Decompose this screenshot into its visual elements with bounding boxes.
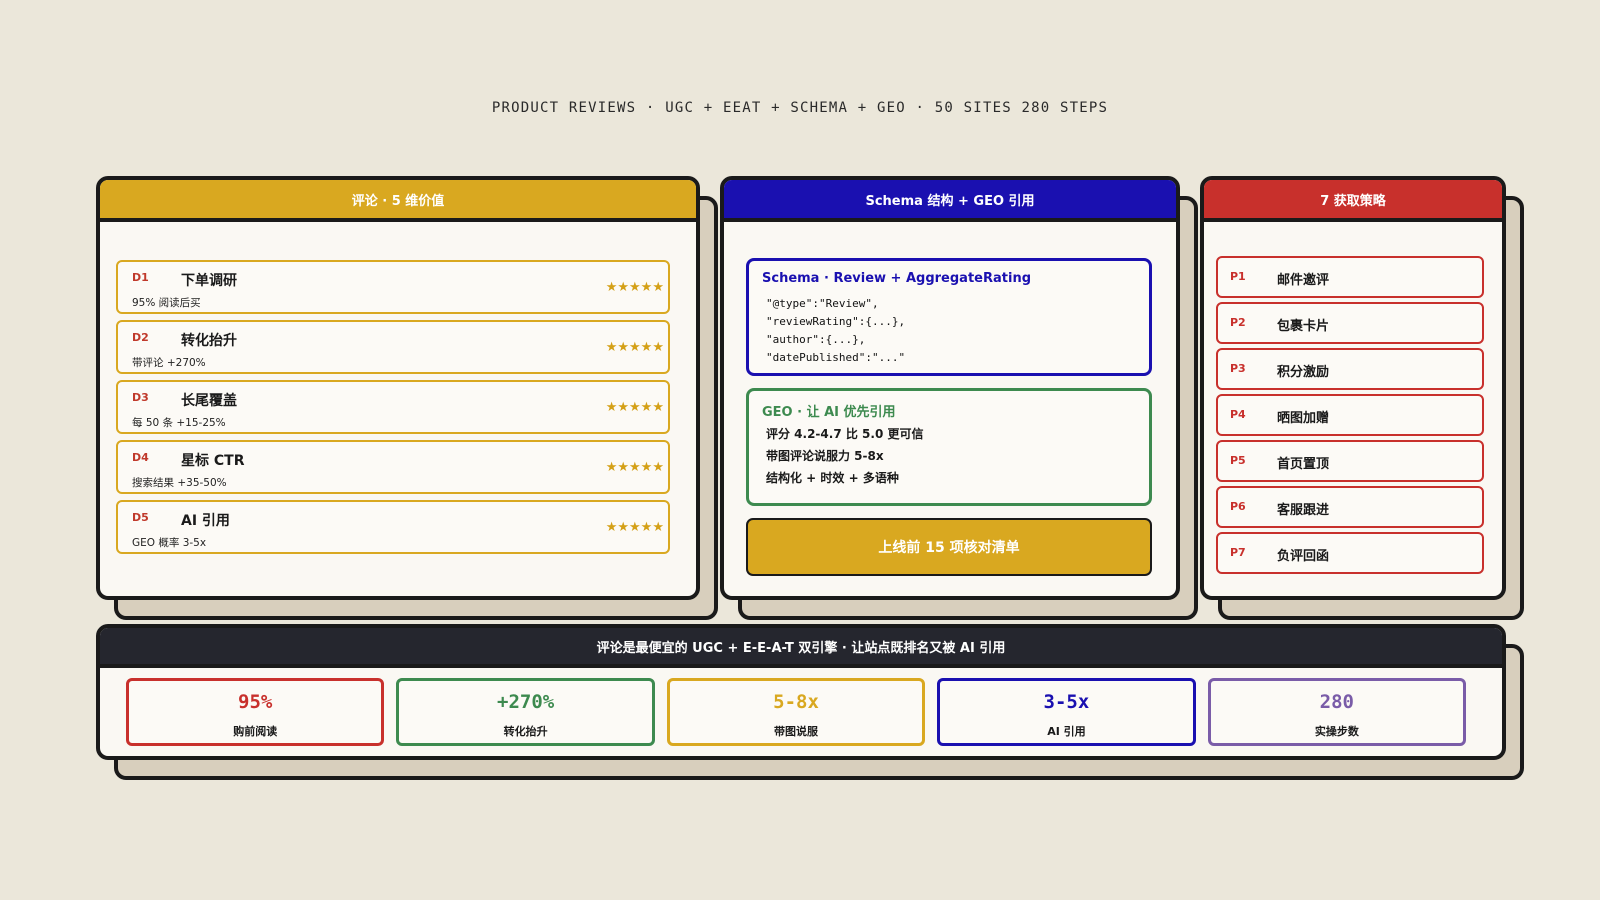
- strategy-name: 首页置顶: [1277, 457, 1330, 472]
- value-item-d4: D4 星标 CTR 搜索结果 +35-50% ★★★★★: [116, 440, 670, 494]
- strategy-item-p5: P5 首页置顶: [1216, 440, 1484, 482]
- value-desc: 每 50 条 +15-25%: [132, 417, 226, 429]
- strategy-code: P1: [1230, 270, 1246, 283]
- star-rating-icon: ★★★★★: [605, 280, 664, 295]
- value-desc: 搜索结果 +35-50%: [132, 477, 227, 489]
- schema-panel-title: Schema 结构 + GEO 引用: [724, 180, 1176, 222]
- metrics-row: 95% 购前阅读 +270% 转化抬升 5-8x 带图说服 3-5x AI 引用…: [126, 678, 1467, 746]
- strategy-item-p1: P1 邮件邀评: [1216, 256, 1484, 298]
- values-panel-title: 评论 · 5 维价值: [100, 180, 696, 222]
- value-item-d5: D5 AI 引用 GEO 概率 3-5x ★★★★★: [116, 500, 670, 554]
- value-item-d2: D2 转化抬升 带评论 +270% ★★★★★: [116, 320, 670, 374]
- star-rating-icon: ★★★★★: [605, 520, 664, 535]
- value-name: AI 引用: [181, 513, 230, 529]
- strategy-name: 积分激励: [1277, 365, 1330, 380]
- checklist-button[interactable]: 上线前 15 项核对清单: [746, 518, 1152, 576]
- metric-value: 280: [1319, 691, 1354, 713]
- metric-label: 购前阅读: [233, 725, 278, 738]
- value-desc: GEO 概率 3-5x: [132, 537, 207, 549]
- metric-card: 3-5x AI 引用: [937, 678, 1196, 746]
- schema-panel-body: Schema 结构 + GEO 引用 Schema · Review + Agg…: [720, 176, 1180, 600]
- strategy-item-p3: P3 积分激励: [1216, 348, 1484, 390]
- schema-box: Schema · Review + AggregateRating "@type…: [746, 258, 1152, 376]
- geo-box: GEO · 让 AI 优先引用 评分 4.2-4.7 比 5.0 更可信 带图评…: [746, 388, 1152, 506]
- strategy-code: P2: [1230, 316, 1246, 329]
- value-code: D5: [132, 511, 149, 524]
- schema-code-snippet: "@type":"Review", "reviewRating":{...}, …: [766, 297, 906, 364]
- value-desc: 95% 阅读后买: [132, 297, 201, 309]
- strategy-panel-title: 7 获取策略: [1204, 180, 1502, 222]
- schema-panel: Schema 结构 + GEO 引用 Schema · Review + Agg…: [720, 176, 1198, 620]
- geo-line: 评分 4.2-4.7 比 5.0 更可信: [766, 427, 924, 441]
- metric-value: +270%: [497, 691, 555, 713]
- strategy-item-p6: P6 客服跟进: [1216, 486, 1484, 528]
- strategy-name: 负评回函: [1277, 549, 1330, 564]
- metric-label: 转化抬升: [503, 725, 548, 738]
- geo-box-title: GEO · 让 AI 优先引用: [762, 405, 896, 420]
- page-title: PRODUCT REVIEWS · UGC + EEAT + SCHEMA + …: [491, 100, 1109, 116]
- strategy-code: P6: [1230, 500, 1246, 513]
- summary-panel-title: 评论是最便宜的 UGC + E-E-A-T 双引擎 · 让站点既排名又被 AI …: [100, 628, 1502, 668]
- strategy-code: P5: [1230, 454, 1246, 467]
- value-item-d3: D3 长尾覆盖 每 50 条 +15-25% ★★★★★: [116, 380, 670, 434]
- strategy-name: 客服跟进: [1277, 503, 1330, 518]
- schema-box-title: Schema · Review + AggregateRating: [762, 271, 1032, 286]
- strategy-name: 晒图加赠: [1277, 411, 1330, 426]
- star-rating-icon: ★★★★★: [605, 340, 664, 355]
- value-code: D2: [132, 331, 149, 344]
- values-panel-body: 评论 · 5 维价值 D1 下单调研 95% 阅读后买 ★★★★★ D2 转化抬…: [96, 176, 700, 600]
- value-desc: 带评论 +270%: [132, 357, 206, 369]
- metric-card: +270% 转化抬升: [396, 678, 655, 746]
- geo-line: 结构化 + 时效 + 多语种: [766, 471, 899, 485]
- values-panel: 评论 · 5 维价值 D1 下单调研 95% 阅读后买 ★★★★★ D2 转化抬…: [96, 176, 718, 620]
- strategy-item-p2: P2 包裹卡片: [1216, 302, 1484, 344]
- strategy-code: P7: [1230, 546, 1246, 559]
- metric-label: 实操步数: [1314, 725, 1359, 738]
- value-name: 长尾覆盖: [181, 393, 237, 409]
- values-list: D1 下单调研 95% 阅读后买 ★★★★★ D2 转化抬升 带评论 +270%…: [116, 260, 670, 560]
- star-rating-icon: ★★★★★: [605, 460, 664, 475]
- summary-panel: 评论是最便宜的 UGC + E-E-A-T 双引擎 · 让站点既排名又被 AI …: [96, 624, 1524, 780]
- value-name: 星标 CTR: [181, 453, 245, 469]
- metric-label: AI 引用: [1047, 725, 1086, 738]
- metric-card: 95% 购前阅读: [126, 678, 385, 746]
- strategy-panel: 7 获取策略 P1 邮件邀评 P2 包裹卡片 P3 积分激励 P4 晒图加赠 P…: [1200, 176, 1524, 620]
- strategy-code: P4: [1230, 408, 1246, 421]
- strategy-item-p4: P4 晒图加赠: [1216, 394, 1484, 436]
- strategy-panel-body: 7 获取策略 P1 邮件邀评 P2 包裹卡片 P3 积分激励 P4 晒图加赠 P…: [1200, 176, 1506, 600]
- metric-card: 280 实操步数: [1207, 678, 1467, 746]
- star-rating-icon: ★★★★★: [605, 400, 664, 415]
- metric-label: 带图说服: [774, 725, 819, 738]
- value-name: 转化抬升: [181, 333, 237, 349]
- strategy-item-p7: P7 负评回函: [1216, 532, 1484, 574]
- metric-card: 5-8x 带图说服: [666, 678, 926, 746]
- value-code: D4: [132, 451, 149, 464]
- metric-value: 5-8x: [773, 691, 819, 713]
- strategy-code: P3: [1230, 362, 1246, 375]
- metric-value: 3-5x: [1043, 691, 1090, 713]
- metric-value: 95%: [238, 691, 273, 713]
- value-code: D1: [132, 271, 149, 284]
- summary-panel-body: 评论是最便宜的 UGC + E-E-A-T 双引擎 · 让站点既排名又被 AI …: [96, 624, 1506, 760]
- geo-line: 带图评论说服力 5-8x: [766, 449, 884, 463]
- strategy-name: 邮件邀评: [1277, 273, 1330, 288]
- value-code: D3: [132, 391, 149, 404]
- strategy-name: 包裹卡片: [1277, 319, 1330, 334]
- value-item-d1: D1 下单调研 95% 阅读后买 ★★★★★: [116, 260, 670, 314]
- value-name: 下单调研: [181, 273, 237, 289]
- strategy-list: P1 邮件邀评 P2 包裹卡片 P3 积分激励 P4 晒图加赠 P5 首页置顶 …: [1216, 256, 1484, 578]
